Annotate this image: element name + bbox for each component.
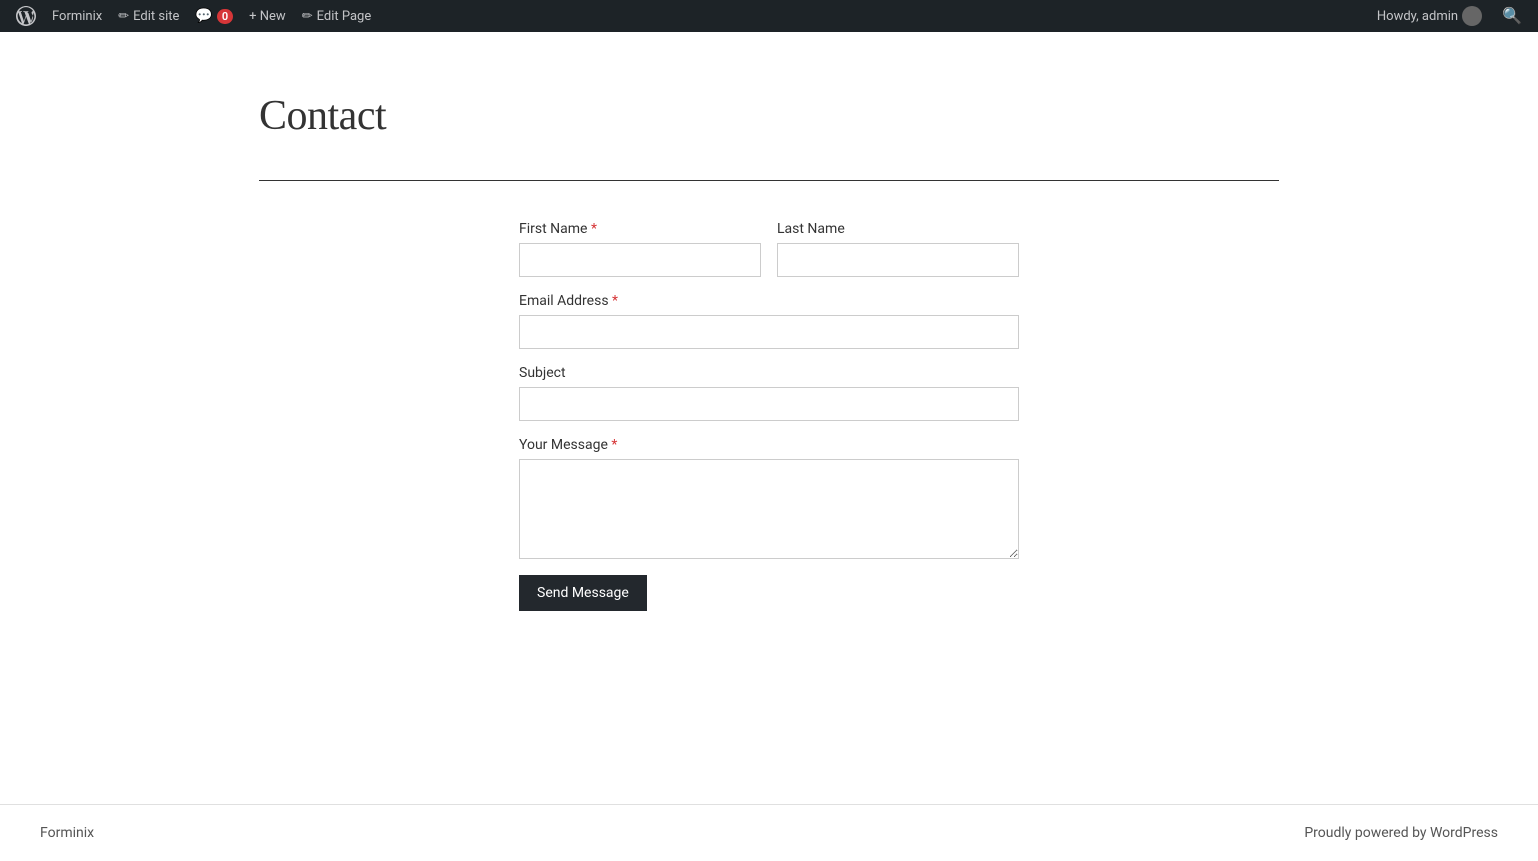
page-divider (259, 180, 1279, 181)
comments-item[interactable]: 💬 0 (187, 0, 241, 32)
edit-page-item[interactable]: ✏ Edit Page (294, 0, 380, 32)
comments-badge: 0 (217, 9, 233, 24)
subject-input[interactable] (519, 387, 1019, 421)
search-button[interactable]: 🔍 (1494, 6, 1530, 26)
wp-logo-icon (16, 6, 36, 26)
search-icon: 🔍 (1502, 8, 1522, 25)
first-name-input[interactable] (519, 243, 761, 277)
name-row: First Name * Last Name (519, 221, 1019, 277)
email-field: Email Address * (519, 293, 1019, 349)
edit-site-icon: ✏ (118, 9, 129, 24)
first-name-field: First Name * (519, 221, 761, 277)
edit-site-label: Edit site (133, 9, 179, 24)
site-name-item[interactable]: Forminix (44, 0, 110, 32)
subject-label: Subject (519, 365, 1019, 381)
footer-brand-link[interactable]: Forminix (40, 825, 94, 841)
last-name-label: Last Name (777, 221, 1019, 237)
footer-wordpress-link[interactable]: WordPress (1430, 825, 1498, 841)
page-wrapper: Contact First Name * Last Name (0, 32, 1538, 861)
contact-form: First Name * Last Name Email Address * (519, 221, 1019, 611)
email-required: * (612, 293, 618, 309)
howdy-label: Howdy, admin (1377, 9, 1458, 24)
first-name-required: * (591, 221, 597, 237)
send-message-button[interactable]: Send Message (519, 575, 647, 611)
comment-icon: 💬 (195, 8, 212, 24)
new-label: + New (249, 9, 286, 24)
email-input[interactable] (519, 315, 1019, 349)
edit-page-label: Edit Page (317, 9, 372, 24)
howdy-item[interactable]: Howdy, admin (1369, 0, 1490, 32)
message-textarea[interactable] (519, 459, 1019, 559)
page-footer: Forminix Proudly powered by WordPress (0, 804, 1538, 861)
message-required: * (611, 437, 617, 453)
edit-page-icon: ✏ (302, 9, 313, 24)
edit-site-item[interactable]: ✏ Edit site (110, 0, 187, 32)
message-field: Your Message * (519, 437, 1019, 559)
admin-bar: Forminix ✏ Edit site 💬 0 + New ✏ Edit Pa… (0, 0, 1538, 32)
new-content-item[interactable]: + New (241, 0, 294, 32)
wp-logo-item[interactable] (8, 0, 44, 32)
email-label: Email Address * (519, 293, 1019, 309)
first-name-label: First Name * (519, 221, 761, 237)
subject-field: Subject (519, 365, 1019, 421)
avatar (1462, 6, 1482, 26)
site-name-label: Forminix (52, 9, 102, 24)
last-name-field: Last Name (777, 221, 1019, 277)
footer-powered-text: Proudly powered by WordPress (1304, 825, 1498, 841)
last-name-input[interactable] (777, 243, 1019, 277)
page-content: Contact First Name * Last Name (0, 32, 1538, 804)
admin-bar-right: Howdy, admin 🔍 (1369, 0, 1530, 32)
content-inner: Contact First Name * Last Name (219, 92, 1319, 611)
page-title: Contact (259, 92, 1279, 140)
message-label: Your Message * (519, 437, 1019, 453)
